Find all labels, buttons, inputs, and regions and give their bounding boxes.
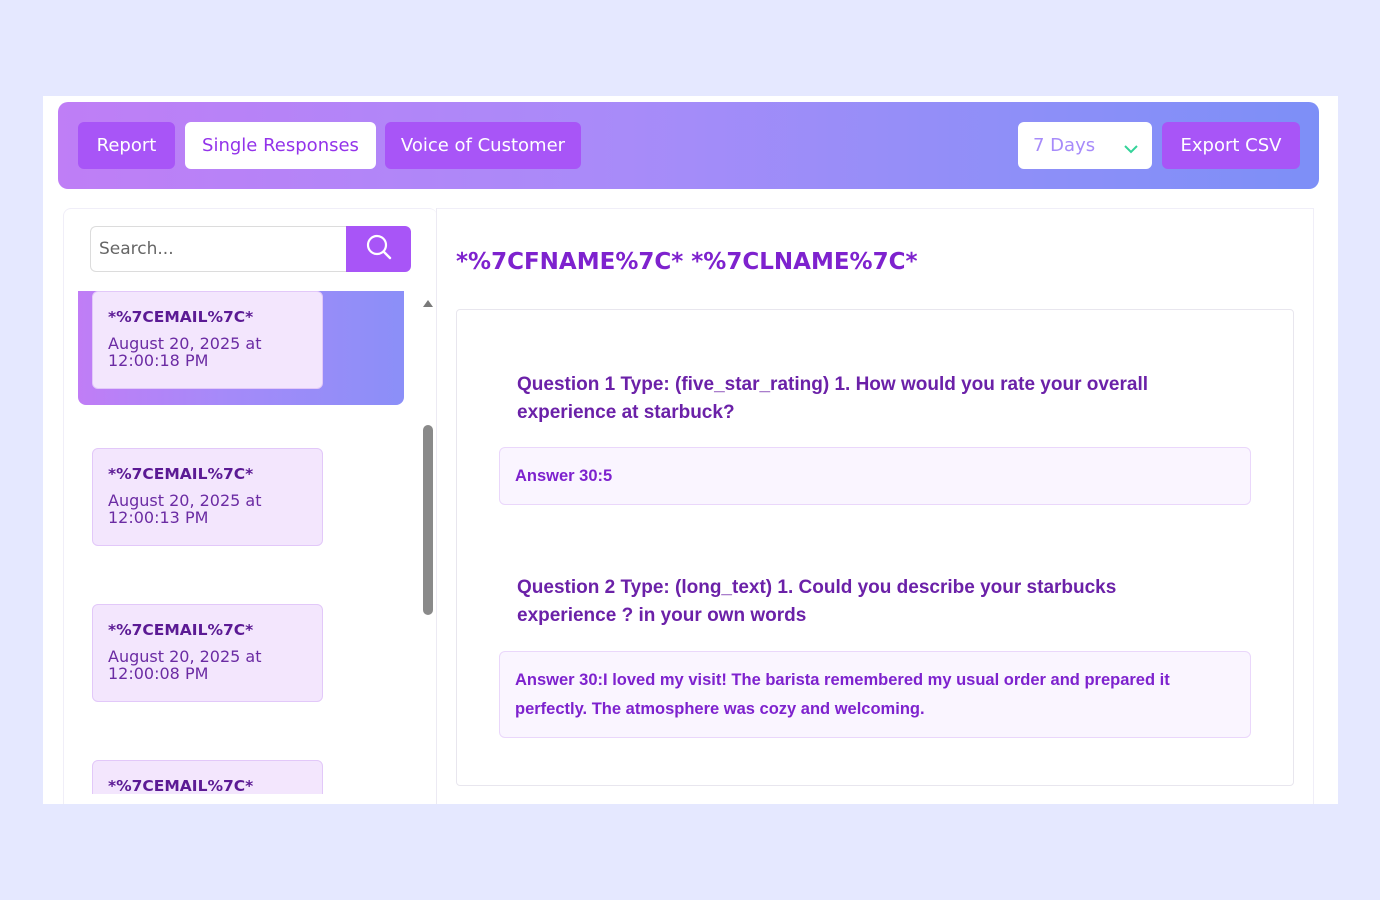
app-frame: Report Single Responses Voice of Custome… xyxy=(43,96,1338,804)
tab-report[interactable]: Report xyxy=(78,122,175,169)
search-field xyxy=(90,226,347,272)
top-toolbar: Report Single Responses Voice of Custome… xyxy=(58,102,1319,189)
respondent-name: *%7CFNAME%7C* *%7CLNAME%7C* xyxy=(456,249,918,275)
search-input[interactable] xyxy=(91,227,347,271)
search-button[interactable] xyxy=(346,226,411,272)
response-date: August 20, 2025 at 12:00:13 PM xyxy=(108,491,262,527)
answer-2: Answer 30:I loved my visit! The barista … xyxy=(499,651,1251,738)
response-card-selected[interactable]: *%7CEMAIL%7C* August 20, 2025 at 12:00:1… xyxy=(92,291,323,389)
response-email: *%7CEMAIL%7C* xyxy=(108,777,254,794)
response-email: *%7CEMAIL%7C* xyxy=(108,465,254,483)
response-email: *%7CEMAIL%7C* xyxy=(108,308,254,326)
response-card[interactable]: *%7CEMAIL%7C* xyxy=(92,760,323,794)
response-email: *%7CEMAIL%7C* xyxy=(108,621,254,639)
response-card[interactable]: *%7CEMAIL%7C* August 20, 2025 at 12:00:0… xyxy=(92,604,323,702)
tab-single-responses[interactable]: Single Responses xyxy=(185,122,376,169)
answer-1: Answer 30:5 xyxy=(499,447,1251,505)
question-2: Question 2 Type: (long_text) 1. Could yo… xyxy=(517,577,1117,626)
chevron-down-icon xyxy=(1124,138,1138,159)
date-range-value: 7 Days xyxy=(1033,135,1096,156)
response-date: August 20, 2025 at 12:00:18 PM xyxy=(108,334,262,370)
responses-list: *%7CEMAIL%7C* August 20, 2025 at 12:00:1… xyxy=(78,291,413,794)
qa-container: Question 1 Type: (five_star_rating) 1. H… xyxy=(456,309,1294,786)
tab-voice-of-customer[interactable]: Voice of Customer xyxy=(385,122,581,169)
question-1: Question 1 Type: (five_star_rating) 1. H… xyxy=(517,374,1149,423)
search-icon xyxy=(365,233,393,266)
date-range-select[interactable]: 7 Days xyxy=(1018,122,1152,169)
export-csv-button[interactable]: Export CSV xyxy=(1162,122,1300,169)
response-card[interactable]: *%7CEMAIL%7C* August 20, 2025 at 12:00:1… xyxy=(92,448,323,546)
response-date: August 20, 2025 at 12:00:08 PM xyxy=(108,647,262,683)
list-scrollbar-thumb[interactable] xyxy=(423,425,433,615)
scroll-up-arrow-icon[interactable] xyxy=(422,295,434,313)
